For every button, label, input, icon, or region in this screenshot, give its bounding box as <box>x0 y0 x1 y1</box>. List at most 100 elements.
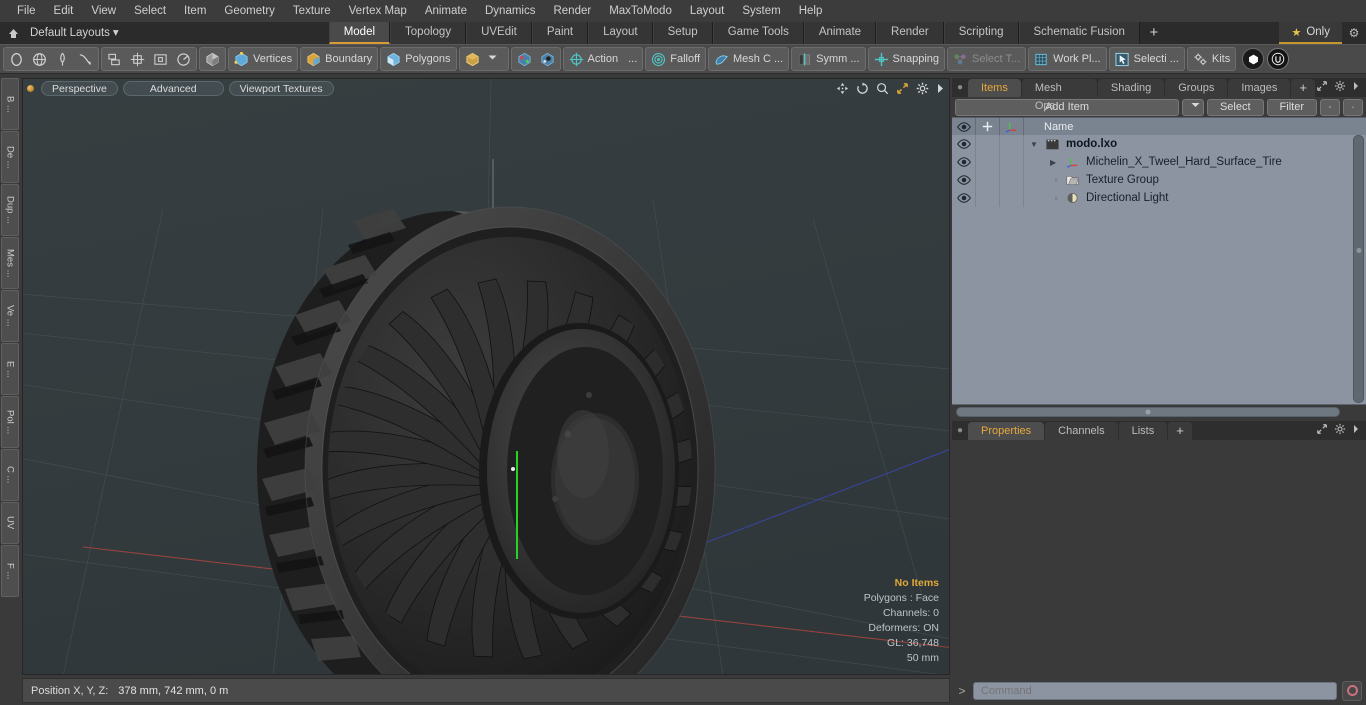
toolbar-button-align[interactable] <box>103 48 126 70</box>
record-icon[interactable] <box>1342 680 1362 701</box>
left-tab-deform[interactable]: De ... <box>1 131 19 183</box>
row-lock-cell[interactable] <box>976 153 1000 171</box>
toolbar-button-ellipse[interactable] <box>5 48 28 70</box>
items-list-row[interactable]: ▫ Directional Light <box>952 189 1366 207</box>
toolbar-button-vertices[interactable]: Vertices <box>230 48 296 70</box>
menu-item-texture[interactable]: Texture <box>284 0 340 22</box>
menu-item-animate[interactable]: Animate <box>416 0 476 22</box>
menu-item-system[interactable]: System <box>733 0 789 22</box>
expander-open-icon[interactable]: ▼ <box>1030 140 1042 149</box>
select-button[interactable]: Select <box>1206 98 1264 116</box>
toolbar-button-bounds[interactable] <box>149 48 172 70</box>
toolbar-button-curve[interactable] <box>74 48 97 70</box>
row-lock-cell[interactable] <box>976 135 1000 153</box>
menu-item-edit[interactable]: Edit <box>45 0 83 22</box>
left-tab-duplicate[interactable]: Dup ... <box>1 184 19 236</box>
left-tab-mesh-edit[interactable]: Mes ... <box>1 237 19 289</box>
properties-panel-tab-add-tab-button[interactable]: + <box>1168 422 1192 440</box>
menu-arrow-icon[interactable] <box>1352 423 1360 438</box>
toolbar-button-falloff[interactable]: Falloff <box>647 48 704 70</box>
viewport-menu-arrow-icon[interactable] <box>936 82 945 95</box>
toolbar-button-center[interactable] <box>126 48 149 70</box>
only-toggle-button[interactable]: ★ Only <box>1279 22 1342 44</box>
layout-tab-layout[interactable]: Layout <box>588 22 653 44</box>
items-list-vertical-scrollbar[interactable] <box>1353 135 1364 403</box>
items-list-horizontal-scrollbar[interactable] <box>956 407 1340 417</box>
menu-item-help[interactable]: Help <box>790 0 832 22</box>
layout-preset-selector[interactable]: Default Layouts ▾ <box>26 22 129 44</box>
row-transform-cell[interactable] <box>1000 171 1024 189</box>
filter-funnel-icon[interactable] <box>1343 98 1363 116</box>
toolbar-button-radial[interactable] <box>172 48 195 70</box>
row-lock-cell[interactable] <box>976 171 1000 189</box>
gear-icon[interactable] <box>1334 80 1346 95</box>
layout-tab-uvedit[interactable]: UVEdit <box>466 22 532 44</box>
viewport-canvas[interactable]: Y X Z <box>23 79 949 674</box>
filter-button[interactable]: Filter <box>1266 98 1317 116</box>
panel-menu-dot-icon[interactable]: ● <box>952 421 968 440</box>
left-tab-basic[interactable]: B ... <box>1 78 19 130</box>
items-panel-tab-add-tab-button[interactable]: + <box>1291 79 1315 97</box>
toolbar-button-select-t[interactable]: Select T... <box>949 48 1024 70</box>
expand-icon[interactable] <box>1316 423 1328 438</box>
viewport-view-mode-button[interactable]: Perspective <box>41 81 118 96</box>
viewport-settings-gear-icon[interactable] <box>916 82 929 95</box>
substance-icon[interactable] <box>1242 48 1265 70</box>
panel-menu-dot-icon[interactable]: ● <box>952 78 968 97</box>
toolbar-button-select-paint[interactable] <box>536 48 559 70</box>
row-lock-cell[interactable] <box>976 189 1000 207</box>
gear-icon[interactable] <box>1334 423 1346 438</box>
toolbar-button-item-cube[interactable] <box>461 48 484 70</box>
layout-tab-scripting[interactable]: Scripting <box>943 22 1019 44</box>
layout-tab-paint[interactable]: Paint <box>531 22 589 44</box>
menu-item-render[interactable]: Render <box>544 0 600 22</box>
toolbar-button-symm[interactable]: Symm ... <box>793 48 863 70</box>
row-name-cell[interactable]: ▼ modo.lxo <box>1024 138 1117 150</box>
left-tab-fusion[interactable]: F ... <box>1 545 19 597</box>
viewport-texture-mode-button[interactable]: Viewport Textures <box>228 81 334 96</box>
toolbar-button-selecti[interactable]: Selecti ... <box>1111 48 1183 70</box>
menu-item-select[interactable]: Select <box>125 0 175 22</box>
layout-tab-animate[interactable]: Animate <box>803 22 877 44</box>
toolbar-button-select-through[interactable] <box>513 48 536 70</box>
scrollbar-knob[interactable] <box>1145 409 1151 415</box>
properties-panel-tab-lists[interactable]: Lists <box>1118 422 1168 440</box>
row-name-cell[interactable]: ▫ Directional Light <box>1024 192 1169 204</box>
layout-tab-schematic-fusion[interactable]: Schematic Fusion <box>1018 22 1140 44</box>
items-panel-tab-groups[interactable]: Groups <box>1165 79 1228 97</box>
toolbar-button-mesh-c[interactable]: Mesh C ... <box>710 48 787 70</box>
row-transform-cell[interactable] <box>1000 135 1024 153</box>
add-layout-tab-button[interactable]: + <box>1140 23 1168 43</box>
items-list-row[interactable]: ▶ Michelin_X_Tweel_Hard_Surface_Tire <box>952 153 1366 171</box>
toolbar-button-chevron-down[interactable] <box>484 48 507 70</box>
menu-item-vertex-map[interactable]: Vertex Map <box>340 0 416 22</box>
toolbar-button-boundary[interactable]: Boundary <box>302 48 376 70</box>
viewport-menu-dot-icon[interactable] <box>27 85 34 92</box>
toolbar-button-pen[interactable] <box>51 48 74 70</box>
scrollbar-knob[interactable] <box>1356 247 1361 253</box>
rotate-icon[interactable] <box>856 82 869 95</box>
menu-item-geometry[interactable]: Geometry <box>215 0 284 22</box>
row-name-cell[interactable]: ▫ Texture Group <box>1024 174 1159 186</box>
row-transform-cell[interactable] <box>1000 189 1024 207</box>
3d-viewport[interactable]: Y X Z Perspective Advanced Viewport Text… <box>22 78 950 675</box>
row-name-cell[interactable]: ▶ Michelin_X_Tweel_Hard_Surface_Tire <box>1024 156 1282 168</box>
toolbar-button-work-pl[interactable]: Work Pl... <box>1030 48 1104 70</box>
toolbar-button-kits[interactable]: Kits <box>1189 48 1234 70</box>
left-tab-polygon[interactable]: Pol ... <box>1 396 19 448</box>
add-item-dropdown-button[interactable] <box>1181 98 1204 116</box>
menu-item-layout[interactable]: Layout <box>681 0 734 22</box>
layout-settings-gear-icon[interactable]: ⚙ <box>1342 26 1366 40</box>
pan-icon[interactable] <box>836 82 849 95</box>
left-tab-edge[interactable]: E ... <box>1 343 19 395</box>
left-tab-uv[interactable]: UV <box>1 502 19 544</box>
row-visibility-eye-icon[interactable] <box>952 153 976 171</box>
fit-icon[interactable] <box>896 82 909 95</box>
expand-icon[interactable] <box>1316 80 1328 95</box>
properties-panel-tab-properties[interactable]: Properties <box>968 422 1045 440</box>
toolbar-button-action[interactable]: Action... <box>565 48 642 70</box>
menu-item-view[interactable]: View <box>82 0 125 22</box>
list-options-icon[interactable] <box>1320 98 1340 116</box>
items-panel-tab-mesh-ops[interactable]: Mesh Ops <box>1021 79 1097 112</box>
items-panel-tab-images[interactable]: Images <box>1228 79 1291 97</box>
